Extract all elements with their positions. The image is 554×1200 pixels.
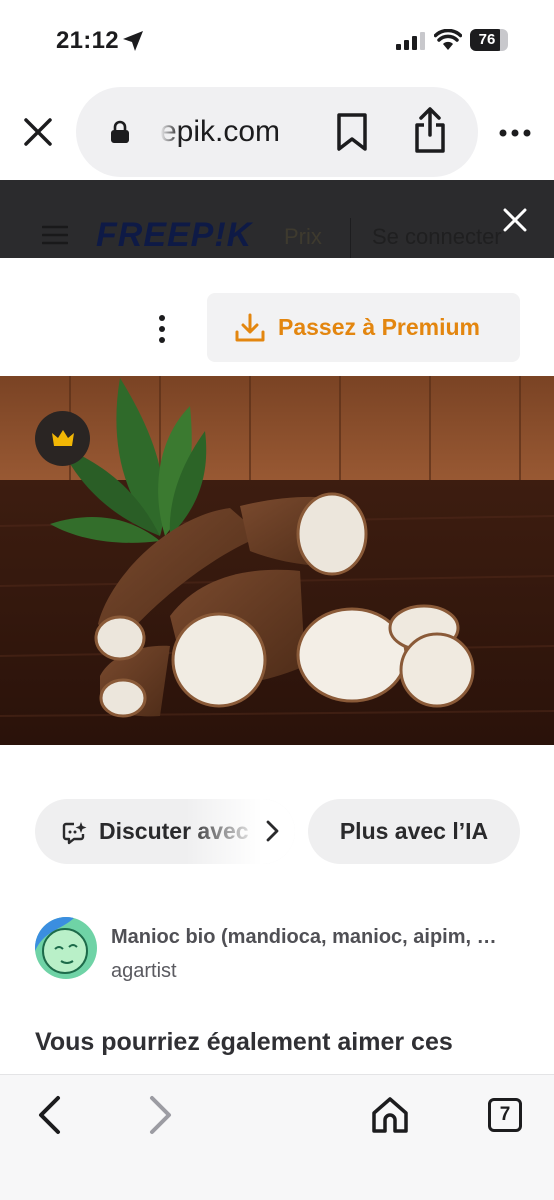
- wifi-icon: [434, 29, 462, 50]
- pricing-link[interactable]: Prix: [284, 224, 322, 250]
- related-heading: Vous pourriez également aimer ces: [35, 1028, 453, 1056]
- battery-level: 76: [478, 31, 496, 48]
- premium-label: Passez à Premium: [278, 314, 481, 340]
- header-divider: [350, 218, 351, 258]
- menu-icon[interactable]: [42, 225, 68, 245]
- bookmark-icon[interactable]: [334, 112, 370, 152]
- tabs-button[interactable]: 7: [488, 1098, 522, 1132]
- author-avatar[interactable]: [35, 917, 97, 979]
- signal-icon: [396, 32, 425, 50]
- banner-close-icon[interactable]: [502, 207, 528, 233]
- asset-title[interactable]: Manioc bio (mandioca, manioc, aipim, …: [111, 926, 521, 949]
- site-header-overlay: FREEP!K Prix Se connecter: [0, 180, 554, 258]
- crown-icon: [52, 430, 74, 446]
- forward-icon[interactable]: [146, 1095, 176, 1135]
- back-icon[interactable]: [34, 1095, 64, 1135]
- browser-toolbar: 7: [0, 1074, 554, 1200]
- status-time: 21:12: [56, 27, 119, 54]
- url-fade: [160, 107, 180, 157]
- page: 21:12 76 epik.com FREEP!K Prix Se connec…: [0, 0, 554, 1200]
- download-icon: [235, 313, 265, 342]
- premium-badge: [35, 411, 90, 466]
- login-link[interactable]: Se connecter: [372, 224, 502, 250]
- chat-ai-icon: [62, 822, 87, 845]
- battery-icon: 76: [470, 29, 508, 51]
- author-name[interactable]: agartist: [111, 960, 177, 983]
- close-icon[interactable]: [22, 116, 54, 148]
- status-bar: 21:12 76: [0, 0, 554, 80]
- address-bar[interactable]: epik.com: [76, 87, 478, 177]
- more-with-ai-button[interactable]: Plus avec l’IA: [308, 799, 520, 864]
- lock-icon: [111, 120, 129, 143]
- home-icon[interactable]: [370, 1095, 410, 1135]
- location-arrow-icon: [123, 31, 143, 51]
- discuss-button[interactable]: Discuter avec: [35, 799, 295, 864]
- more-with-ai-label: Plus avec l’IA: [339, 818, 489, 844]
- chevron-right-icon[interactable]: [265, 820, 281, 842]
- freepik-logo[interactable]: FREEP!K: [96, 216, 252, 255]
- kebab-menu-icon[interactable]: [156, 314, 168, 344]
- premium-button[interactable]: Passez à Premium: [207, 293, 520, 362]
- share-icon[interactable]: [412, 105, 448, 155]
- more-icon[interactable]: [497, 121, 533, 145]
